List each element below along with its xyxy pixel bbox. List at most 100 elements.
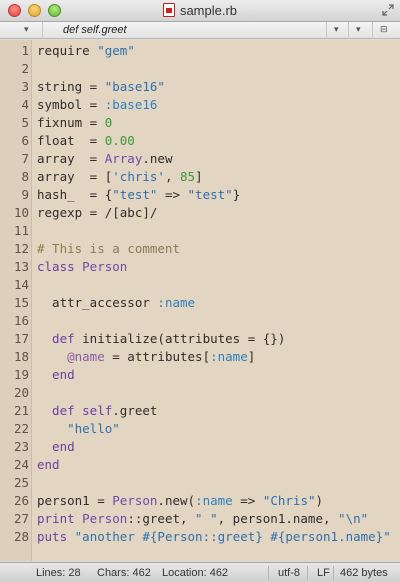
code-token: # This is a comment — [37, 241, 180, 256]
code-line[interactable]: 8 array = ['chris', 85] — [0, 168, 400, 186]
split-view-icon[interactable]: ⊟ — [380, 24, 388, 35]
line-number: 7 — [21, 151, 29, 166]
code-token: print — [37, 511, 83, 526]
code-line[interactable]: 3 string = "base16" — [0, 78, 400, 96]
code-token: Person — [82, 511, 128, 526]
code-token: => — [157, 187, 188, 202]
fullscreen-icon[interactable] — [382, 4, 394, 16]
code-line[interactable]: 6 float = 0.00 — [0, 132, 400, 150]
chevron-down-icon[interactable]: ▾ — [24, 24, 29, 35]
chevron-down-icon[interactable]: ▾ — [334, 24, 339, 35]
code-line[interactable]: 1 require "gem" — [0, 42, 400, 60]
code-line[interactable]: 14 — [0, 276, 400, 294]
code-token: "test" — [187, 187, 233, 202]
code-line[interactable]: 20 — [0, 384, 400, 402]
code-line[interactable]: 26 person1 = Person.new(:name => "Chris") — [0, 492, 400, 510]
code-line[interactable]: 2 — [0, 60, 400, 78]
code-text: def self.greet — [37, 402, 157, 420]
code-text: def initialize(attributes = {}) — [37, 330, 285, 348]
code-line[interactable]: 27 print Person::greet, " ", person1.name… — [0, 510, 400, 528]
code-token: "gem" — [97, 43, 135, 58]
code-editor[interactable]: 1 require "gem" 2 3 string = "base16" 4 symbol… — [0, 40, 400, 561]
code-token: => — [232, 493, 263, 508]
char-count: Chars: 462 — [97, 567, 151, 579]
divider — [326, 22, 327, 39]
line-number: 13 — [13, 259, 29, 274]
code-text: # This is a comment — [37, 240, 180, 258]
code-text: symbol = :base16 — [37, 96, 157, 114]
line-number: 12 — [13, 241, 29, 256]
code-token: attr_accessor — [37, 295, 158, 310]
code-token: 85 — [180, 169, 196, 184]
code-token: " " — [195, 511, 218, 526]
code-line[interactable]: 13 class Person — [0, 258, 400, 276]
divider — [42, 22, 43, 39]
code-line[interactable]: 11 — [0, 222, 400, 240]
code-token: .greet — [112, 403, 158, 418]
line-number: 14 — [13, 277, 29, 292]
code-text: person1 = Person.new(:name => "Chris") — [37, 492, 323, 510]
divider — [348, 22, 349, 39]
code-line[interactable]: 25 — [0, 474, 400, 492]
code-line[interactable]: 15 attr_accessor :name — [0, 294, 400, 312]
line-number: 21 — [13, 403, 29, 418]
encoding-popup[interactable]: utf-8 — [278, 567, 300, 579]
code-text: puts "another #{Person::greet} #{person1… — [37, 528, 391, 546]
code-line[interactable]: 21 def self.greet — [0, 402, 400, 420]
code-token: "hello" — [37, 421, 120, 436]
code-line[interactable]: 4 symbol = :base16 — [0, 96, 400, 114]
code-line[interactable]: 9 hash_ = {"test" => "test"} — [0, 186, 400, 204]
code-token: array = [ — [37, 169, 113, 184]
code-text: string = "base16" — [37, 78, 165, 96]
code-line[interactable]: 16 — [0, 312, 400, 330]
code-text: end — [37, 438, 75, 456]
function-navigation-bar: ▾ def self.greet ▾ ▾ ⊟ — [0, 22, 400, 39]
code-token: :name — [157, 295, 196, 310]
code-line[interactable]: 18 @name = attributes[:name] — [0, 348, 400, 366]
code-token: regexp = /[abc]/ — [37, 205, 158, 220]
line-number: 28 — [13, 529, 29, 544]
code-text: array = ['chris', 85] — [37, 168, 203, 186]
window-title-area: sample.rb — [0, 3, 400, 18]
code-text: float = 0.00 — [37, 132, 135, 150]
line-number: 8 — [21, 169, 29, 184]
code-line[interactable]: 23 end — [0, 438, 400, 456]
line-number: 5 — [21, 115, 29, 130]
code-line[interactable]: 28 puts "another #{Person::greet} #{perso… — [0, 528, 400, 546]
code-line[interactable]: 22 "hello" — [0, 420, 400, 438]
code-line[interactable]: 17 def initialize(attributes = {}) — [0, 330, 400, 348]
code-token: = attributes[ — [104, 349, 211, 364]
chevron-down-icon[interactable]: ▾ — [356, 24, 361, 35]
divider — [333, 566, 334, 580]
code-text: end — [37, 456, 60, 474]
code-token: "another #{Person::greet} #{person1.name… — [74, 529, 391, 544]
code-text: attr_accessor :name — [37, 294, 195, 312]
code-token: 'chris' — [112, 169, 165, 184]
code-token: :name — [195, 493, 233, 508]
code-line[interactable]: 19 end — [0, 366, 400, 384]
code-token: , person1.name, — [217, 511, 339, 526]
code-token: array = — [37, 151, 105, 166]
code-token: ] — [195, 169, 203, 184]
line-number: 1 — [21, 43, 29, 58]
line-number: 4 — [21, 97, 29, 112]
code-token: hash_ = { — [37, 187, 113, 202]
code-line[interactable]: 7 array = Array.new — [0, 150, 400, 168]
code-token: self — [82, 403, 113, 418]
code-token: .new( — [157, 493, 196, 508]
code-token: 0 — [104, 115, 113, 130]
code-text: print Person::greet, " ", person1.name, … — [37, 510, 368, 528]
code-token: end — [37, 439, 75, 454]
code-text: array = Array.new — [37, 150, 172, 168]
code-line[interactable]: 10 regexp = /[abc]/ — [0, 204, 400, 222]
code-token: "\n" — [338, 511, 369, 526]
function-popup[interactable]: def self.greet — [63, 24, 127, 36]
line-number: 17 — [13, 331, 29, 346]
code-line[interactable]: 5 fixnum = 0 — [0, 114, 400, 132]
line-number: 27 — [13, 511, 29, 526]
code-text: @name = attributes[:name] — [37, 348, 255, 366]
line-endings-popup[interactable]: LF — [317, 567, 330, 579]
code-token: :base16 — [104, 97, 158, 112]
code-line[interactable]: 12 # This is a comment — [0, 240, 400, 258]
code-line[interactable]: 24 end — [0, 456, 400, 474]
